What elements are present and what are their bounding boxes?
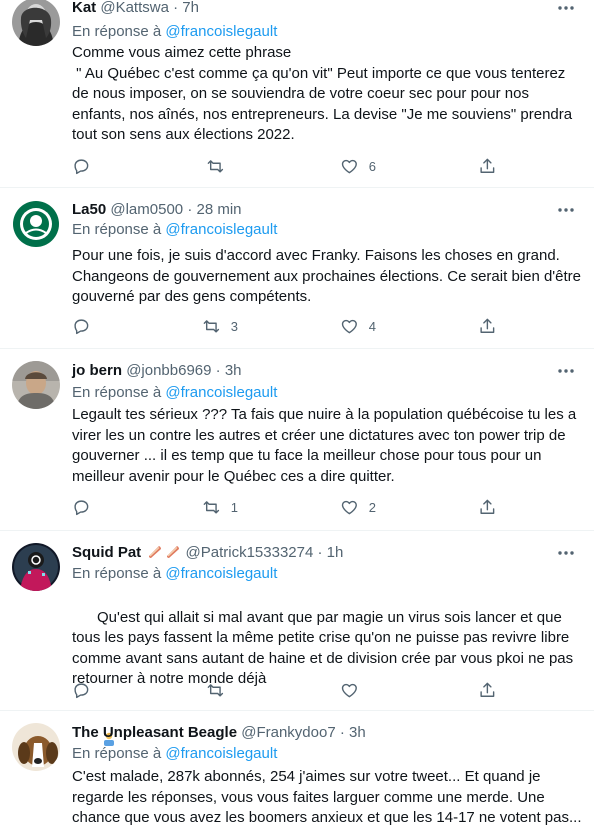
tweet-item[interactable]: The Unpleasant Beagle @Frankydoo7 · 3h E… <box>0 711 594 840</box>
reply-button[interactable] <box>72 316 101 336</box>
reply-prefix: En réponse à <box>72 565 162 582</box>
tweet-text-content: Qu'est qui allait si mal avant que par m… <box>72 608 578 688</box>
heart-icon <box>341 159 357 173</box>
tweet-text: Legault tes sérieux ??? Ta fais que nuir… <box>72 406 581 485</box>
retweet-icon <box>203 319 220 333</box>
retweet-button[interactable] <box>206 680 235 700</box>
tweet-time[interactable]: · 3h <box>340 724 366 741</box>
tweet-time[interactable]: · 3h <box>216 362 242 379</box>
tweet-item[interactable]: La50 @lam0500 · 28 min En réponse à @fra… <box>0 188 594 349</box>
reply-mention-link[interactable]: @francoislegault <box>165 221 277 238</box>
like-count: 4 <box>368 318 376 334</box>
avatar[interactable] <box>12 723 60 771</box>
tweet-time[interactable]: · 28 min <box>187 201 241 218</box>
reply-button[interactable] <box>72 497 101 517</box>
author-handle[interactable]: @Patrick15333274 <box>186 544 314 561</box>
tweet-time[interactable]: · 7h <box>173 0 199 16</box>
reply-prefix: En réponse à <box>72 745 162 762</box>
author-handle[interactable]: @Frankydoo7 <box>241 724 335 741</box>
share-icon <box>480 318 495 333</box>
tweet-text: Comme vous aimez cette phrase " Au Québe… <box>72 44 573 143</box>
reply-icon <box>74 319 89 334</box>
heart-icon <box>341 683 357 697</box>
heart-icon <box>341 319 357 333</box>
tweet-actions: 6 <box>72 156 512 176</box>
retweet-icon <box>207 159 224 173</box>
reply-mention-link[interactable]: @francoislegault <box>165 565 277 582</box>
tweet-item[interactable]: jo bern @jonbb6969 · 3h En réponse à @fr… <box>0 349 594 531</box>
reply-context: En réponse à @francoislegault <box>72 744 277 764</box>
share-button[interactable] <box>478 156 497 176</box>
reply-icon <box>74 683 89 698</box>
like-button[interactable]: 2 <box>340 497 376 517</box>
author-handle[interactable]: @Kattswa <box>100 0 169 16</box>
tweet-text: Pour une fois, je suis d'accord avec Fra… <box>72 247 586 305</box>
retweet-count: 1 <box>230 499 238 515</box>
author-name[interactable]: jo bern <box>72 362 122 379</box>
more-dots-icon[interactable] <box>556 0 576 18</box>
bacon-emoji-icon <box>147 545 163 559</box>
share-icon <box>480 158 495 173</box>
reply-context: En réponse à @francoislegault <box>72 220 277 240</box>
reply-context: En réponse à @francoislegault <box>72 383 277 403</box>
reply-prefix: En réponse à <box>72 384 162 401</box>
reply-mention-link[interactable]: @francoislegault <box>165 384 277 401</box>
retweet-icon <box>207 683 224 697</box>
bacon-emoji-icon <box>165 545 181 559</box>
share-button[interactable] <box>478 497 497 517</box>
retweet-button[interactable]: 3 <box>202 316 238 336</box>
tweet-item[interactable]: Kat @Kattswa · 7h En réponse à @francois… <box>0 0 594 188</box>
more-dots-icon[interactable] <box>556 200 576 220</box>
reply-mention-link[interactable]: @francoislegault <box>165 745 277 762</box>
tweet-actions: 3 4 <box>72 316 512 336</box>
author-name[interactable]: The Unpleasant Beagle <box>72 724 237 741</box>
more-dots-icon[interactable] <box>556 543 576 563</box>
retweet-button[interactable] <box>206 156 235 176</box>
tweet-text: C'est malade, 287k abonnés, 254 j'aimes … <box>72 768 582 826</box>
tweet-actions: 1 2 <box>72 497 512 517</box>
more-dots-icon[interactable] <box>556 361 576 381</box>
like-button[interactable] <box>340 680 369 700</box>
share-button[interactable] <box>478 316 497 336</box>
retweet-button[interactable]: 1 <box>202 497 238 517</box>
reply-icon <box>74 159 89 174</box>
avatar[interactable] <box>12 0 60 46</box>
like-count: 6 <box>368 158 376 174</box>
reply-context: En réponse à @francoislegault <box>72 564 277 584</box>
tweet-time[interactable]: · 1h <box>318 544 344 561</box>
reply-button[interactable] <box>72 156 101 176</box>
reply-button[interactable] <box>72 680 101 700</box>
share-icon <box>480 682 495 697</box>
avatar[interactable] <box>12 200 60 248</box>
reply-context: En réponse à @francoislegault <box>72 22 277 42</box>
author-name[interactable]: La50 <box>72 201 106 218</box>
share-button[interactable] <box>478 680 497 700</box>
like-count: 2 <box>368 499 376 515</box>
like-button[interactable]: 4 <box>340 316 376 336</box>
author-name[interactable]: Squid Pat <box>72 544 141 561</box>
heart-icon <box>341 500 357 514</box>
retweet-icon <box>203 500 220 514</box>
author-handle[interactable]: @lam0500 <box>110 201 183 218</box>
reply-prefix: En réponse à <box>72 221 162 238</box>
author-handle[interactable]: @jonbb6969 <box>126 362 211 379</box>
like-button[interactable]: 6 <box>340 156 376 176</box>
reply-mention-link[interactable]: @francoislegault <box>165 23 277 40</box>
tweet-actions <box>72 680 512 700</box>
avatar[interactable] <box>12 543 60 591</box>
avatar[interactable] <box>12 361 60 409</box>
reply-prefix: En réponse à <box>72 23 162 40</box>
share-icon <box>480 499 495 514</box>
tweet-item[interactable]: Squid Pat @Patrick15333274 · 1h En répon… <box>0 531 594 746</box>
retweet-count: 3 <box>230 318 238 334</box>
reply-icon <box>74 500 89 515</box>
author-name[interactable]: Kat <box>72 0 96 16</box>
reply-feed: Kat @Kattswa · 7h En réponse à @francois… <box>0 0 594 840</box>
